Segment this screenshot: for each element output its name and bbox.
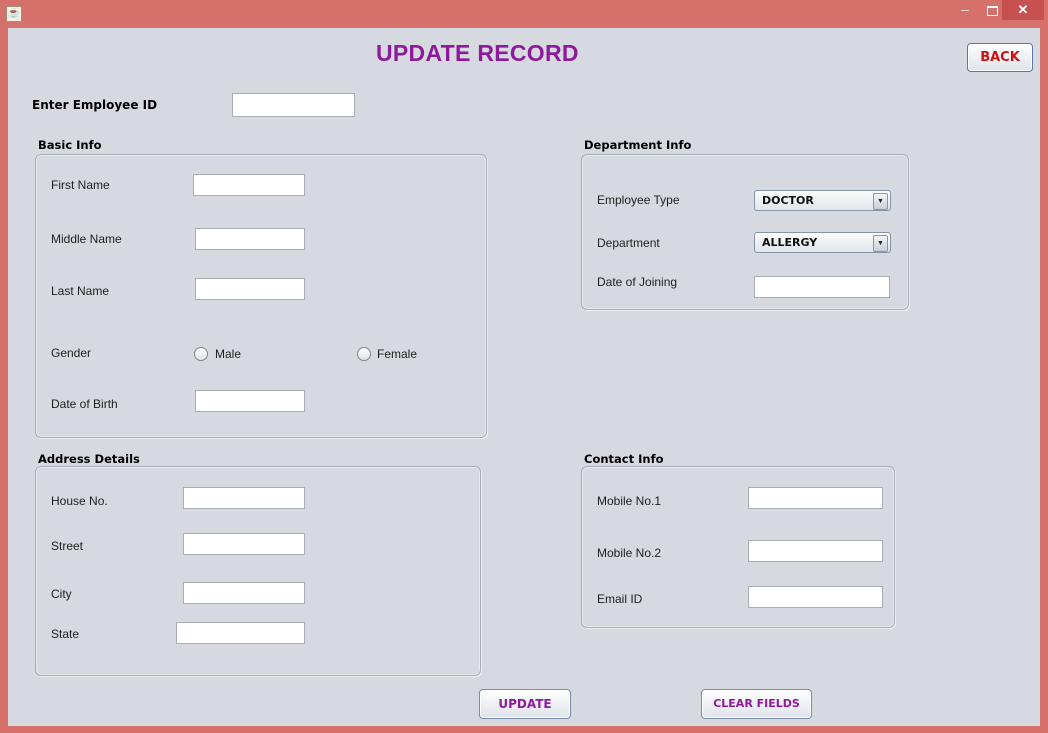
department-info-title: Department Info [584, 138, 692, 152]
gender-female-radio[interactable] [357, 347, 371, 361]
first-name-label: First Name [51, 178, 110, 192]
employee-id-field[interactable] [232, 93, 355, 117]
email-field[interactable] [748, 586, 883, 608]
last-name-field[interactable] [195, 278, 305, 300]
address-details-title: Address Details [38, 452, 140, 466]
mobile1-label: Mobile No.1 [597, 494, 662, 508]
city-field[interactable] [183, 582, 305, 604]
employee-id-label: Enter Employee ID [32, 98, 158, 112]
gender-male-radio[interactable] [194, 347, 208, 361]
date-of-joining-field[interactable] [754, 276, 890, 298]
back-button[interactable]: BACK [967, 43, 1033, 72]
gender-label: Gender [51, 346, 92, 360]
dob-label: Date of Birth [51, 397, 118, 411]
basic-info-title: Basic Info [38, 138, 102, 152]
street-field[interactable] [183, 533, 305, 555]
dropdown-arrow-icon[interactable]: ▼ [873, 193, 888, 210]
gender-female-label[interactable]: Female [377, 347, 417, 361]
department-select[interactable]: ALLERGY ▼ [754, 232, 891, 253]
update-button[interactable]: UPDATE [479, 689, 571, 719]
house-no-field[interactable] [183, 487, 305, 509]
city-label: City [51, 587, 72, 601]
middle-name-label: Middle Name [51, 232, 122, 246]
java-cup-icon: ☕ [6, 6, 22, 22]
mobile2-field[interactable] [748, 540, 883, 562]
department-value: ALLERGY [762, 236, 818, 249]
date-of-joining-label: Date of Joining [597, 275, 678, 289]
close-button[interactable]: ✕ [1002, 0, 1044, 20]
clear-fields-button[interactable]: CLEAR FIELDS [701, 689, 812, 719]
middle-name-field[interactable] [195, 228, 305, 250]
department-label: Department [597, 236, 660, 250]
mobile1-field[interactable] [748, 487, 883, 509]
state-field[interactable] [176, 622, 305, 644]
employee-type-value: DOCTOR [762, 194, 814, 207]
window-title-bar[interactable]: ☕ ‒ ✕ [0, 0, 1048, 28]
first-name-field[interactable] [193, 174, 305, 196]
maximize-icon [986, 5, 998, 16]
last-name-label: Last Name [51, 284, 110, 298]
minimize-button[interactable]: ‒ [952, 0, 978, 20]
dob-field[interactable] [195, 390, 305, 412]
contact-info-title: Contact Info [584, 452, 664, 466]
employee-type-select[interactable]: DOCTOR ▼ [754, 190, 891, 211]
email-label: Email ID [597, 592, 643, 606]
dropdown-arrow-icon[interactable]: ▼ [873, 235, 888, 252]
employee-type-label: Employee Type [597, 193, 680, 207]
main-content: UPDATE RECORD BACK Enter Employee ID Bas… [8, 28, 1040, 726]
gender-male-label[interactable]: Male [215, 347, 241, 361]
page-title: UPDATE RECORD [376, 40, 579, 66]
mobile2-label: Mobile No.2 [597, 546, 662, 560]
state-label: State [51, 627, 80, 641]
street-label: Street [51, 539, 84, 553]
house-no-label: House No. [51, 494, 108, 508]
